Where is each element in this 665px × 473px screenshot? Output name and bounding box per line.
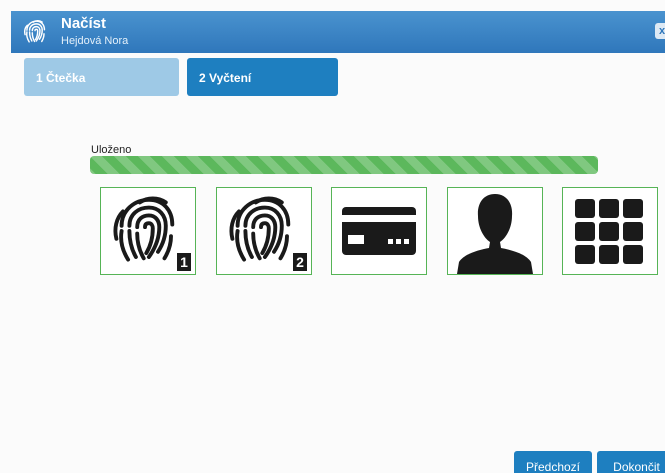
title-bar: Načíst Hejdová Nora x	[11, 11, 665, 53]
close-button[interactable]: x	[655, 23, 665, 39]
keypad-grid-icon	[575, 199, 643, 264]
progress-fill	[90, 156, 598, 174]
import-dialog: Načíst Hejdová Nora x 1 Čtečka 2 Vyčtení…	[11, 11, 665, 473]
finger-number-badge: 2	[293, 253, 307, 271]
dialog-subtitle: Hejdová Nora	[61, 35, 129, 47]
photo-tile[interactable]	[447, 187, 543, 275]
keypad-tile[interactable]	[562, 187, 658, 275]
step-reading[interactable]: 2 Vyčtení	[187, 58, 338, 96]
finish-button[interactable]: Dokončit	[597, 451, 665, 473]
fingerprint-icon	[24, 20, 46, 43]
fingerprint-1-tile[interactable]: 1	[100, 187, 196, 275]
capture-options: 1 2	[100, 187, 658, 275]
status-label: Uloženo	[91, 144, 132, 156]
previous-button[interactable]: Předchozí	[514, 451, 592, 473]
person-silhouette-icon	[457, 194, 533, 274]
step-reader[interactable]: 1 Čtečka	[24, 58, 179, 96]
id-card-icon	[342, 207, 416, 255]
fingerprint-2-tile[interactable]: 2	[216, 187, 312, 275]
progress-bar	[90, 156, 598, 174]
dialog-title: Načíst	[61, 15, 107, 32]
finger-number-badge: 1	[177, 253, 191, 271]
id-card-tile[interactable]	[331, 187, 427, 275]
